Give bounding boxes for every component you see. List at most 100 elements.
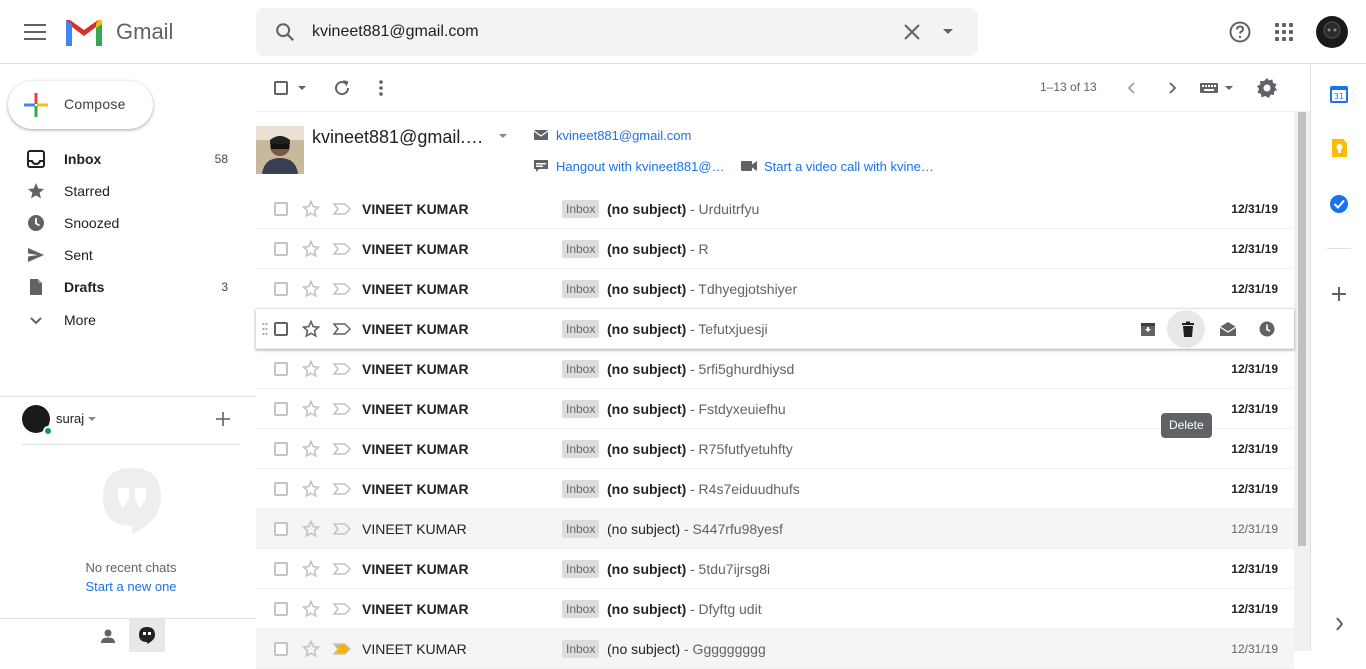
search-options-icon[interactable] <box>942 28 954 36</box>
keyboard-icon[interactable] <box>1200 80 1234 96</box>
inbox-label-badge[interactable]: Inbox <box>562 480 600 498</box>
star-icon[interactable] <box>302 280 320 298</box>
more-vert-icon[interactable] <box>379 80 383 96</box>
inbox-label-badge[interactable]: Inbox <box>562 320 600 338</box>
inbox-label-badge[interactable]: Inbox <box>562 200 600 218</box>
star-icon[interactable] <box>302 480 320 498</box>
scrollbar-thumb[interactable] <box>1298 112 1306 546</box>
chat-user[interactable]: suraj <box>22 405 242 436</box>
star-icon[interactable] <box>302 240 320 258</box>
row-checkbox[interactable] <box>274 602 288 616</box>
inbox-label-badge[interactable]: Inbox <box>562 280 600 298</box>
hangout-link[interactable]: Hangout with kvineet881@gmail.com <box>556 159 730 174</box>
row-checkbox[interactable] <box>274 242 288 256</box>
importance-marker-icon[interactable] <box>333 443 351 455</box>
tasks-icon[interactable] <box>1329 194 1349 214</box>
star-icon[interactable] <box>302 640 320 658</box>
star-icon[interactable] <box>302 560 320 578</box>
contact-options-caret-icon[interactable] <box>499 134 507 138</box>
star-icon[interactable] <box>302 400 320 418</box>
snooze-clock-icon[interactable] <box>1259 321 1275 337</box>
select-options-caret-icon[interactable] <box>298 86 306 90</box>
sidebar-item-snoozed[interactable]: Snoozed <box>0 207 240 239</box>
inbox-label-badge[interactable]: Inbox <box>562 400 600 418</box>
inbox-label-badge[interactable]: Inbox <box>562 360 600 378</box>
contact-email-link[interactable]: kvineet881@gmail.com <box>556 128 691 143</box>
help-icon[interactable] <box>1228 20 1252 44</box>
chat-status-caret-icon[interactable] <box>88 417 96 421</box>
importance-marker-icon[interactable] <box>333 363 351 375</box>
importance-marker-icon[interactable] <box>333 243 351 255</box>
search-input[interactable] <box>312 20 872 44</box>
chevron-right-icon[interactable] <box>1164 80 1180 96</box>
archive-icon[interactable] <box>1140 321 1156 337</box>
inbox-label-badge[interactable]: Inbox <box>562 640 600 658</box>
inbox-label-badge[interactable]: Inbox <box>562 520 600 538</box>
table-row[interactable]: VINEET KUMAR Inbox (no subject) - 5tdu7ijrs… <box>256 549 1294 589</box>
mark-as-read-icon[interactable] <box>1219 321 1237 337</box>
importance-marker-icon[interactable] <box>333 483 351 495</box>
gmail-logo-icon[interactable] <box>64 16 104 48</box>
drag-handle-icon[interactable] <box>262 322 268 336</box>
sidebar-item-starred[interactable]: Starred <box>0 175 240 207</box>
table-row[interactable]: VINEET KUMAR Inbox (no subject) - S447rfu98… <box>256 509 1294 549</box>
video-call-link[interactable]: Start a video call with kvineet881@gmail… <box>764 159 938 174</box>
select-all-checkbox[interactable] <box>274 81 288 95</box>
row-checkbox[interactable] <box>274 202 288 216</box>
importance-marker-icon[interactable] <box>333 643 351 655</box>
add-chat-icon[interactable] <box>216 412 230 426</box>
importance-marker-icon[interactable] <box>333 283 351 295</box>
table-row[interactable]: VINEET KUMAR Inbox (no subject) - R4s7eiduu… <box>256 469 1294 509</box>
star-icon[interactable] <box>302 600 320 618</box>
clear-search-icon[interactable] <box>902 22 922 42</box>
contact-photo[interactable] <box>256 126 304 174</box>
star-icon[interactable] <box>302 360 320 378</box>
inbox-label-badge[interactable]: Inbox <box>562 440 600 458</box>
table-row[interactable]: VINEET KUMAR Inbox (no subject) - R75futfye… <box>256 429 1294 469</box>
importance-marker-icon[interactable] <box>333 203 351 215</box>
importance-marker-icon[interactable] <box>333 523 351 535</box>
search-icon[interactable] <box>274 21 296 43</box>
row-checkbox[interactable] <box>274 442 288 456</box>
hangouts-tab[interactable] <box>129 619 165 652</box>
star-icon[interactable] <box>302 520 320 538</box>
row-checkbox[interactable] <box>274 482 288 496</box>
apps-grid-icon[interactable] <box>1275 23 1293 41</box>
star-icon[interactable] <box>302 320 320 338</box>
star-icon[interactable] <box>302 440 320 458</box>
person-icon[interactable] <box>100 628 116 644</box>
delete-trash-icon[interactable] <box>1180 321 1196 337</box>
inbox-label-badge[interactable]: Inbox <box>562 240 600 258</box>
importance-marker-icon[interactable] <box>333 403 351 415</box>
row-checkbox[interactable] <box>274 402 288 416</box>
table-row[interactable]: VINEET KUMAR Inbox (no subject) - Dfyftg ud… <box>256 589 1294 629</box>
row-checkbox[interactable] <box>274 362 288 376</box>
row-checkbox[interactable] <box>274 282 288 296</box>
expand-panel-chevron-icon[interactable] <box>1329 614 1349 634</box>
importance-marker-icon[interactable] <box>333 563 351 575</box>
refresh-icon[interactable] <box>333 79 351 97</box>
start-new-chat-link[interactable]: Start a new one <box>0 579 262 594</box>
row-checkbox[interactable] <box>274 322 288 336</box>
table-row[interactable]: VINEET KUMAR Inbox (no subject) - Tdhyegjot… <box>256 269 1294 309</box>
account-avatar[interactable] <box>1316 16 1348 48</box>
table-row[interactable]: VINEET KUMAR Inbox (no subject) - R 12/31/19 <box>256 229 1294 269</box>
sidebar-item-inbox[interactable]: Inbox 58 <box>0 143 240 175</box>
main-menu-icon[interactable] <box>24 24 46 40</box>
row-checkbox[interactable] <box>274 642 288 656</box>
compose-button[interactable]: Compose <box>8 81 153 129</box>
table-row[interactable]: VINEET KUMAR Inbox (no subject) - 5rfi5ghur… <box>256 349 1294 389</box>
table-row[interactable]: VINEET KUMAR Inbox (no subject) - Ggggggggg… <box>256 629 1294 669</box>
chevron-left-icon[interactable] <box>1124 80 1140 96</box>
calendar-icon[interactable]: 31 <box>1329 84 1349 104</box>
table-row[interactable]: VINEET KUMAR Inbox (no subject) - Fstdyxeui… <box>256 389 1294 429</box>
row-checkbox[interactable] <box>274 522 288 536</box>
inbox-label-badge[interactable]: Inbox <box>562 560 600 578</box>
sidebar-item-more[interactable]: More <box>0 304 240 336</box>
chat-user-name[interactable]: suraj <box>56 411 84 426</box>
sidebar-item-drafts[interactable]: Drafts 3 <box>0 271 240 303</box>
inbox-label-badge[interactable]: Inbox <box>562 600 600 618</box>
keep-icon[interactable] <box>1329 138 1349 158</box>
table-row[interactable]: VINEET KUMAR Inbox (no subject) - Tefutxjue… <box>256 309 1294 349</box>
table-row[interactable]: VINEET KUMAR Inbox (no subject) - Urduitrfy… <box>256 189 1294 229</box>
